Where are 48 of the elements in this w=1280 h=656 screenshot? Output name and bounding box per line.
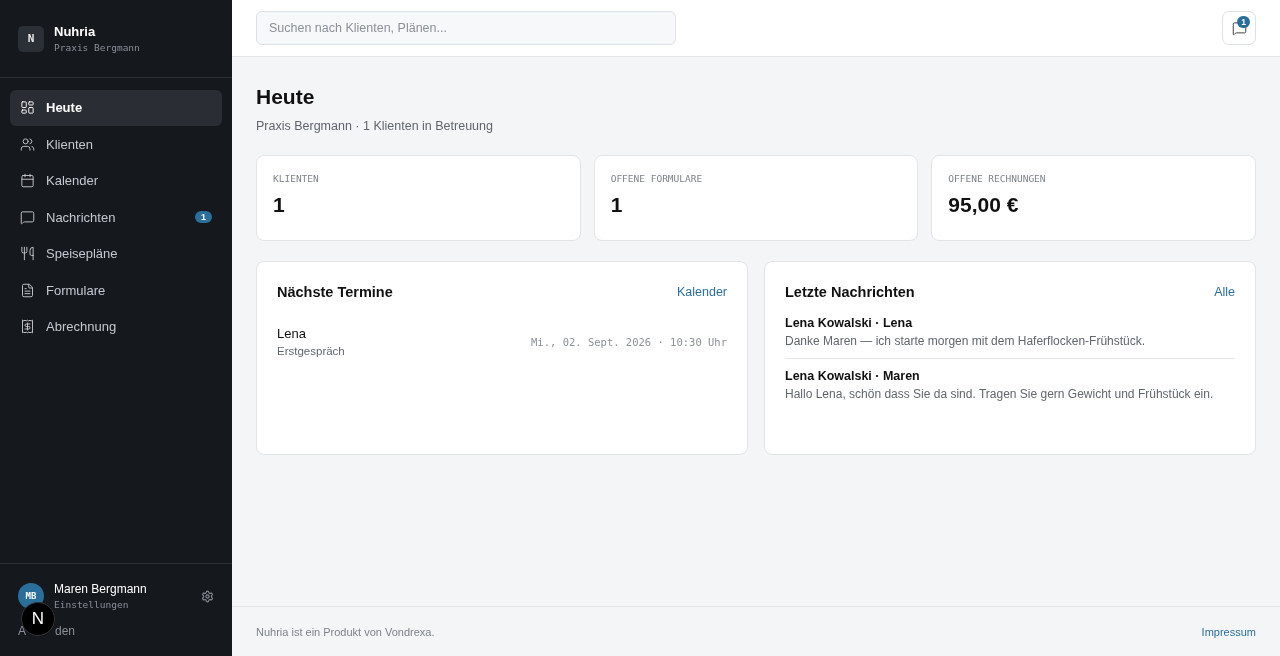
logout-link[interactable]: A (18, 624, 26, 638)
all-link[interactable]: Alle (1214, 285, 1235, 299)
stat-value: 1 (610, 193, 624, 217)
sidebar-item[interactable]: Heute (10, 90, 222, 126)
sidebar-item[interactable]: Formulare (10, 272, 222, 308)
sidebar-item[interactable]: Kalender (10, 163, 222, 199)
dashboard-icon (20, 100, 35, 116)
card-title: Nächste Termine (277, 284, 393, 300)
calendar-icon (20, 173, 35, 189)
sidebar-item[interactable]: Nachrichten 1 (10, 199, 222, 235)
appointment-type: Erstgespräch (277, 345, 345, 357)
sidebar-item[interactable]: Abrechnung (10, 309, 222, 345)
count-badge: 1 (195, 211, 212, 224)
appointment-time: Mi., 02. Sept. 2026 · 10:30 Uhr (531, 335, 727, 348)
user-name: Maren Bergmann (54, 582, 148, 596)
message-sender: Lena Kowalski · Lena (785, 316, 914, 330)
stat-value: 1 (273, 193, 286, 217)
message-text: Danke Maren — ich starte morgen mit dem Haferflocken-Frühstück. (785, 334, 1147, 348)
sidebar-item[interactable]: Klienten (10, 126, 222, 162)
stat-label: OFFENE RECHNUNGEN (948, 173, 1047, 184)
utensils-icon (20, 246, 35, 262)
sidebar-item[interactable]: Speisepläne (10, 236, 222, 272)
logout-link[interactable]: den (55, 624, 76, 638)
footer-text: Nuhria ist ein Produkt von Vondrexa. (256, 625, 435, 638)
message-sender: Lena Kowalski · Maren (785, 369, 921, 383)
message-icon (1231, 20, 1247, 36)
search-field[interactable]: Suchen nach Klienten, Plänen... (256, 11, 676, 45)
imprint-link[interactable]: Impressum (1201, 625, 1256, 638)
brand-subtitle: Praxis Bergmann (54, 42, 140, 53)
settings-link[interactable]: Einstellungen (54, 599, 191, 610)
receipt-icon (20, 319, 35, 335)
messages-button[interactable]: 1 (1222, 11, 1256, 45)
document-icon (20, 282, 35, 298)
count-badge: 1 (1237, 16, 1250, 28)
message-icon (20, 209, 35, 225)
page-title: Heute (256, 85, 316, 109)
stat-value: 95,00 € (948, 193, 1020, 217)
client-name: Lena (277, 326, 307, 341)
brand-name: Nuhria (54, 24, 97, 39)
settings-icon[interactable] (201, 589, 214, 603)
brand-logo: N (18, 25, 44, 52)
stat-label: KLIENTEN (273, 173, 320, 184)
calendar-link[interactable]: Kalender (676, 285, 727, 299)
users-icon (20, 136, 35, 152)
page-subtitle: Praxis Bergmann · 1 Klienten in Betreuung (256, 119, 494, 133)
stat-label: OFFENE FORMULARE (610, 173, 704, 184)
card-title: Letzte Nachrichten (785, 284, 915, 300)
message-text: Hallo Lena, schön dass Sie da sind. Tragen Sie gern Gewicht und Frühstück ein. (785, 387, 1215, 401)
